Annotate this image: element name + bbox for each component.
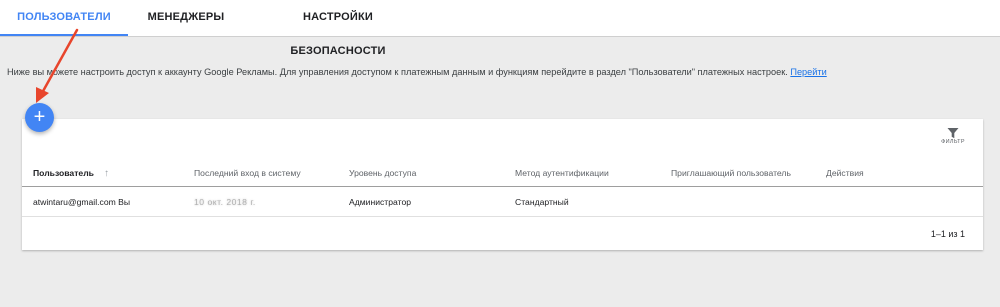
sort-arrow-up-icon[interactable]: ↑ xyxy=(104,168,109,179)
filter-button[interactable]: ФИЛЬТР xyxy=(933,125,973,145)
table-row: atwintaru@gmail.com Вы 10 окт. 2018 г. А… xyxy=(22,187,983,217)
annotation-arrow-icon xyxy=(36,28,79,103)
tab-managers[interactable]: МЕНЕДЖЕРЫ xyxy=(135,0,237,34)
column-header-user-label: Пользователь xyxy=(33,168,94,178)
column-header-actions: Действия xyxy=(826,168,864,178)
column-header-inviter[interactable]: Приглашающий пользователь xyxy=(671,168,791,178)
go-link[interactable]: Перейти xyxy=(790,67,826,77)
tab-security-settings[interactable]: НАСТРОЙКИ БЕЗОПАСНОСТИ xyxy=(254,0,422,57)
cell-last-login: 10 окт. 2018 г. xyxy=(194,197,256,207)
cell-access-level[interactable]: Администратор xyxy=(349,197,411,207)
tab-bar: ПОЛЬЗОВАТЕЛИ МЕНЕДЖЕРЫ НАСТРОЙКИ БЕЗОПАС… xyxy=(0,0,1000,57)
add-user-button[interactable]: + xyxy=(25,103,54,132)
column-header-user[interactable]: Пользователь ↑ xyxy=(33,168,109,179)
filter-icon xyxy=(947,128,959,139)
info-text: Ниже вы можете настроить доступ к аккаун… xyxy=(7,67,788,77)
plus-icon: + xyxy=(33,106,46,128)
users-table-card: ФИЛЬТР Пользователь ↑ Последний вход в си… xyxy=(22,119,983,250)
column-header-last-login[interactable]: Последний вход в систему xyxy=(194,168,301,178)
cell-auth-method: Стандартный xyxy=(515,197,569,207)
cell-user: atwintaru@gmail.com Вы xyxy=(33,197,131,207)
column-header-auth-method[interactable]: Метод аутентификации xyxy=(515,168,609,178)
pagination-info: 1–1 из 1 xyxy=(930,229,965,239)
table-header: Пользователь ↑ Последний вход в систему У… xyxy=(22,159,983,187)
column-header-access-level[interactable]: Уровень доступа xyxy=(349,168,416,178)
filter-label: ФИЛЬТР xyxy=(941,139,965,145)
info-text-block: Ниже вы можете настроить доступ к аккаун… xyxy=(7,67,997,77)
